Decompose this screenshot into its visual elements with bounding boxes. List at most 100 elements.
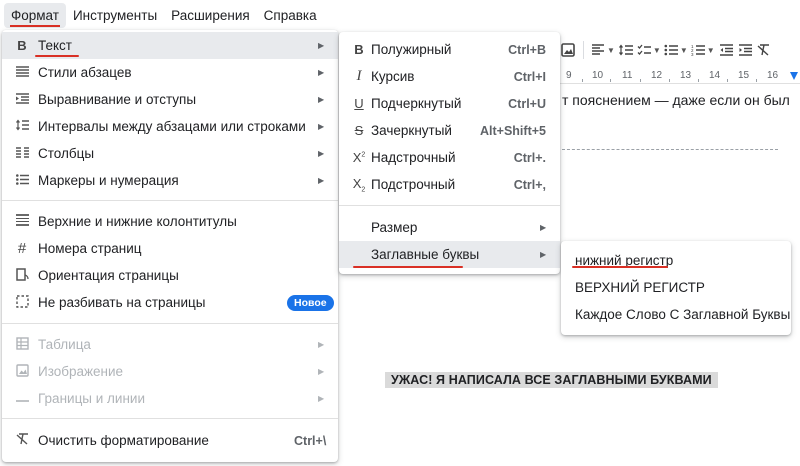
submenu-arrow-icon: ▶	[318, 149, 325, 158]
ruler-tick: 10	[592, 70, 604, 81]
submenu-arrow-icon: ▶	[540, 223, 547, 232]
menu-item-capitalization[interactable]: Заглавные буквы ▶	[339, 241, 560, 268]
numbered-list-icon[interactable]: 1 2 3 ▼	[691, 39, 715, 61]
annotation-underline	[572, 266, 668, 268]
ruler-tick: 14	[709, 70, 721, 81]
submenu-arrow-icon: ▶	[318, 68, 325, 77]
ruler-minor-tick	[756, 79, 757, 82]
header-footer-icon	[14, 214, 30, 229]
menu-item-label: Границы и линии	[38, 391, 145, 406]
ruler-tick: 12	[651, 70, 663, 81]
menu-separator	[2, 418, 338, 419]
document-text-line[interactable]: т пояснением — даже если он был	[562, 92, 790, 108]
menu-item-page-numbers[interactable]: # Номера страниц	[2, 235, 338, 262]
menu-item-line-spacing[interactable]: Интервалы между абзацами или строками ▶	[2, 113, 338, 140]
menu-item-label: Изображение	[38, 364, 124, 379]
menu-item-shortcut: Alt+Shift+5	[480, 123, 546, 138]
menu-item-label: Размер	[371, 220, 418, 235]
ruler-tick: 9	[566, 70, 572, 81]
menu-item-shortcut: Ctrl+\	[294, 433, 327, 448]
line-spacing-toolbar-icon[interactable]	[618, 39, 634, 61]
ruler-minor-tick	[669, 79, 670, 82]
image-icon	[14, 363, 30, 380]
ruler-minor-tick	[610, 79, 611, 82]
menu-item-label: Полужирный	[371, 42, 452, 57]
insert-image-icon[interactable]	[560, 39, 576, 61]
menu-item-label: Текст	[38, 38, 72, 53]
menu-item-bullets[interactable]: Маркеры и нумерация ▶	[2, 167, 338, 194]
menu-item-label: Надстрочный	[371, 150, 456, 165]
menu-item-subscript[interactable]: X2 Подстрочный Ctrl+,	[339, 171, 560, 198]
menu-item-label: Каждое Слово С Заглавной Буквы	[575, 307, 791, 322]
menu-item-superscript[interactable]: X2 Надстрочный Ctrl+.	[339, 144, 560, 171]
menu-item-pageless[interactable]: Не разбивать на страницы Новое	[2, 289, 338, 316]
subscript-icon: X2	[352, 175, 366, 194]
menu-help[interactable]: Справка	[257, 3, 324, 28]
menu-item-label: Очистить форматирование	[38, 433, 209, 448]
italic-icon: I	[356, 68, 362, 84]
menu-item-label: Ориентация страницы	[38, 268, 179, 283]
page-break-line	[562, 149, 778, 150]
menu-separator	[2, 200, 338, 201]
menu-item-shortcut: Ctrl+B	[508, 42, 546, 57]
ruler-tick: 11	[622, 70, 633, 81]
menu-item-strikethrough[interactable]: S Зачеркнутый Alt+Shift+5	[339, 117, 560, 144]
menu-item-clear-formatting[interactable]: Очистить форматирование Ctrl+\	[2, 427, 338, 454]
menu-item-title-case[interactable]: Каждое Слово С Заглавной Буквы	[561, 301, 791, 328]
submenu-arrow-icon: ▶	[318, 176, 325, 185]
submenu-arrow-icon: ▶	[318, 41, 325, 50]
menu-item-bold[interactable]: B Полужирный Ctrl+B	[339, 36, 560, 63]
bulleted-list-toolbar-icon[interactable]: ▼	[664, 39, 688, 61]
menu-item-header-footer[interactable]: Верхние и нижние колонтитулы	[2, 208, 338, 235]
annotation-underline	[35, 55, 79, 57]
menu-item-label: Маркеры и нумерация	[38, 173, 179, 188]
menu-item-image: Изображение ▶	[2, 358, 338, 385]
menu-item-page-orientation[interactable]: Ориентация страницы	[2, 262, 338, 289]
menu-item-borders: Границы и линии ▶	[2, 385, 338, 412]
ruler: 9 10 11 12 13 14 15 16	[560, 70, 800, 84]
clear-formatting-toolbar-icon[interactable]	[756, 39, 772, 61]
menu-item-label: Зачеркнутый	[371, 123, 452, 138]
menu-extensions[interactable]: Расширения	[164, 3, 257, 28]
menu-item-label: Выравнивание и отступы	[38, 92, 197, 107]
menu-item-label: Верхние и нижние колонтитулы	[38, 214, 237, 229]
submenu-arrow-icon: ▶	[318, 367, 325, 376]
menu-item-size[interactable]: Размер ▶	[339, 214, 560, 241]
svg-text:3: 3	[691, 52, 694, 56]
align-icon[interactable]: ▼	[591, 39, 615, 61]
menu-item-lowercase[interactable]: нижний регистр	[561, 247, 791, 274]
menu-item-shortcut: Ctrl+.	[513, 150, 546, 165]
annotation-underline	[353, 266, 463, 268]
menu-item-label: Подчеркнутый	[371, 96, 462, 111]
menu-item-label: Номера страниц	[38, 241, 142, 256]
right-indent-marker[interactable]	[790, 72, 798, 80]
ruler-minor-tick	[640, 79, 641, 82]
superscript-icon: X2	[352, 150, 366, 165]
selected-caps-text[interactable]: УЖАС! Я НАПИСАЛА ВСЕ ЗАГЛАВНЫМИ БУКВАМИ	[385, 372, 718, 388]
decrease-indent-icon[interactable]	[718, 39, 734, 61]
menu-item-underline[interactable]: U Подчеркнутый Ctrl+U	[339, 90, 560, 117]
underline-icon: U	[354, 96, 364, 111]
checklist-icon[interactable]: ▼	[637, 39, 661, 61]
toolbar-separator	[583, 41, 584, 59]
page-orientation-icon	[14, 267, 30, 284]
menu-item-italic[interactable]: I Курсив Ctrl+I	[339, 63, 560, 90]
ruler-tick: 15	[738, 70, 750, 81]
menu-item-columns[interactable]: Столбцы ▶	[2, 140, 338, 167]
menu-item-shortcut: Ctrl+,	[513, 177, 546, 192]
menu-format[interactable]: Формат	[4, 2, 66, 28]
increase-indent-icon[interactable]	[737, 39, 753, 61]
ruler-minor-tick	[727, 79, 728, 82]
bold-b-icon: B	[17, 38, 27, 53]
menu-item-label: ВЕРХНИЙ РЕГИСТР	[575, 280, 705, 295]
menu-tools[interactable]: Инструменты	[66, 3, 164, 28]
menu-item-align-indent[interactable]: Выравнивание и отступы ▶	[2, 86, 338, 113]
menu-item-shortcut: Ctrl+I	[513, 69, 546, 84]
borders-icon	[14, 391, 30, 406]
menu-item-label: Интервалы между абзацами или строками	[38, 119, 306, 134]
submenu-arrow-icon: ▶	[318, 95, 325, 104]
menu-item-uppercase[interactable]: ВЕРХНИЙ РЕГИСТР	[561, 274, 791, 301]
menu-item-paragraph-styles[interactable]: Стили абзацев ▶	[2, 59, 338, 86]
menu-item-label: Заглавные буквы	[371, 247, 480, 262]
bold-icon: B	[354, 42, 364, 57]
